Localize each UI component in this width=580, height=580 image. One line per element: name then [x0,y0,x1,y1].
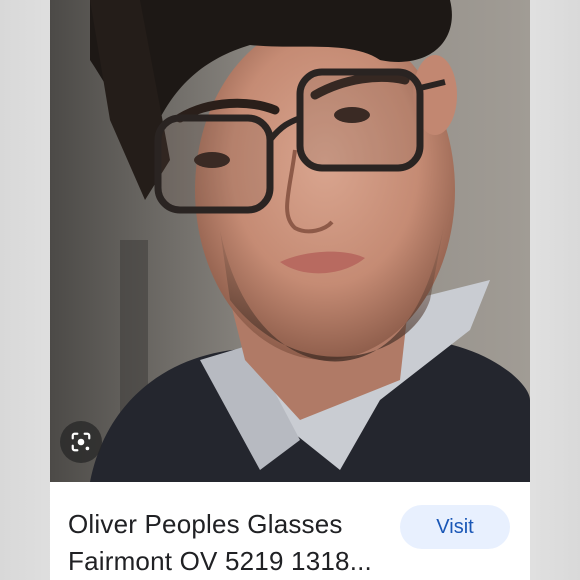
result-caption: Oliver Peoples Glasses Fairmont OV 5219 … [50,482,530,580]
image-result-card[interactable]: Oliver Peoples Glasses Fairmont OV 5219 … [50,0,530,580]
result-title[interactable]: Oliver Peoples Glasses Fairmont OV 5219 … [68,506,388,580]
result-title-line-2: Fairmont OV 5219 1318... [68,546,372,576]
google-lens-icon [71,432,91,452]
product-photo[interactable] [50,0,530,482]
google-lens-button[interactable] [60,421,102,463]
result-title-line-1: Oliver Peoples Glasses [68,509,343,539]
visit-button[interactable]: Visit [400,505,510,549]
